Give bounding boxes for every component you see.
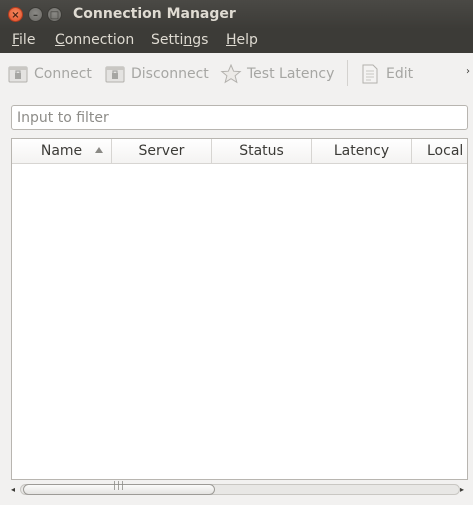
menu-settings-label-end: gs bbox=[192, 32, 209, 48]
menu-bar: File Connection Settings Help bbox=[0, 29, 473, 53]
filter-input[interactable] bbox=[11, 105, 468, 130]
close-icon: × bbox=[11, 10, 20, 21]
test-latency-button[interactable]: Test Latency bbox=[220, 62, 334, 86]
connect-button[interactable]: Connect bbox=[7, 62, 92, 86]
menu-connection-mnemonic: C bbox=[55, 32, 65, 48]
toolbar-overflow-button[interactable]: › bbox=[466, 66, 470, 77]
menu-settings[interactable]: Settings bbox=[151, 32, 208, 48]
title-bar[interactable]: × – □ Connection Manager bbox=[0, 0, 473, 29]
toolbar-separator bbox=[347, 60, 348, 86]
maximize-window-button[interactable]: □ bbox=[47, 7, 62, 22]
column-header-local-label: Local bbox=[427, 143, 464, 159]
minimize-window-button[interactable]: – bbox=[28, 7, 43, 22]
horizontal-scrollbar[interactable]: ◂ ||| ▸ bbox=[11, 481, 468, 497]
scrollbar-grip: ||| bbox=[112, 481, 126, 491]
menu-connection[interactable]: Connection bbox=[55, 32, 134, 48]
sort-ascending-icon bbox=[95, 147, 103, 153]
column-header-status[interactable]: Status bbox=[212, 139, 312, 163]
column-header-server[interactable]: Server bbox=[112, 139, 212, 163]
disconnect-label: Disconnect bbox=[131, 66, 209, 82]
maximize-icon: □ bbox=[49, 10, 60, 21]
scroll-left-icon[interactable]: ◂ bbox=[11, 483, 15, 497]
connect-icon bbox=[8, 66, 28, 83]
column-header-latency[interactable]: Latency bbox=[312, 139, 412, 163]
toolbar: Connect Disconnect Test Latency Edit bbox=[0, 53, 473, 95]
column-header-local[interactable]: Local bbox=[412, 139, 467, 163]
column-header-server-label: Server bbox=[138, 143, 185, 159]
minimize-icon: – bbox=[33, 10, 38, 21]
menu-connection-label: onnection bbox=[64, 32, 135, 48]
connect-label: Connect bbox=[34, 66, 92, 82]
connection-manager-window: × – □ Connection Manager File Connection… bbox=[0, 0, 473, 505]
table-header: Name Server Status Latency Local bbox=[12, 139, 467, 164]
column-header-name-label: Name bbox=[40, 143, 83, 159]
menu-file-label: ile bbox=[19, 32, 36, 48]
scroll-right-icon[interactable]: ▸ bbox=[460, 483, 464, 497]
menu-help[interactable]: Help bbox=[226, 32, 258, 48]
column-header-latency-label: Latency bbox=[333, 143, 390, 159]
edit-button[interactable]: Edit bbox=[359, 62, 413, 86]
document-icon bbox=[362, 64, 378, 84]
disconnect-icon bbox=[105, 66, 125, 83]
edit-label: Edit bbox=[386, 66, 414, 82]
star-icon bbox=[220, 64, 242, 84]
menu-help-label: elp bbox=[236, 32, 258, 48]
menu-file-mnemonic: F bbox=[12, 32, 20, 48]
close-window-button[interactable]: × bbox=[8, 7, 23, 22]
window-title: Connection Manager bbox=[73, 6, 236, 22]
menu-file[interactable]: File bbox=[12, 32, 35, 48]
column-header-status-label: Status bbox=[239, 143, 284, 159]
connections-table[interactable]: Name Server Status Latency Local bbox=[11, 138, 468, 480]
menu-help-mnemonic: H bbox=[226, 32, 237, 48]
column-header-name[interactable]: Name bbox=[12, 139, 112, 163]
menu-settings-label-start: Setti bbox=[151, 32, 184, 48]
scrollbar-thumb[interactable]: ||| bbox=[23, 481, 215, 495]
disconnect-button[interactable]: Disconnect bbox=[104, 62, 209, 86]
chevron-right-icon: › bbox=[466, 66, 470, 77]
test-latency-label: Test Latency bbox=[247, 66, 335, 82]
menu-settings-mnemonic: n bbox=[183, 32, 193, 48]
